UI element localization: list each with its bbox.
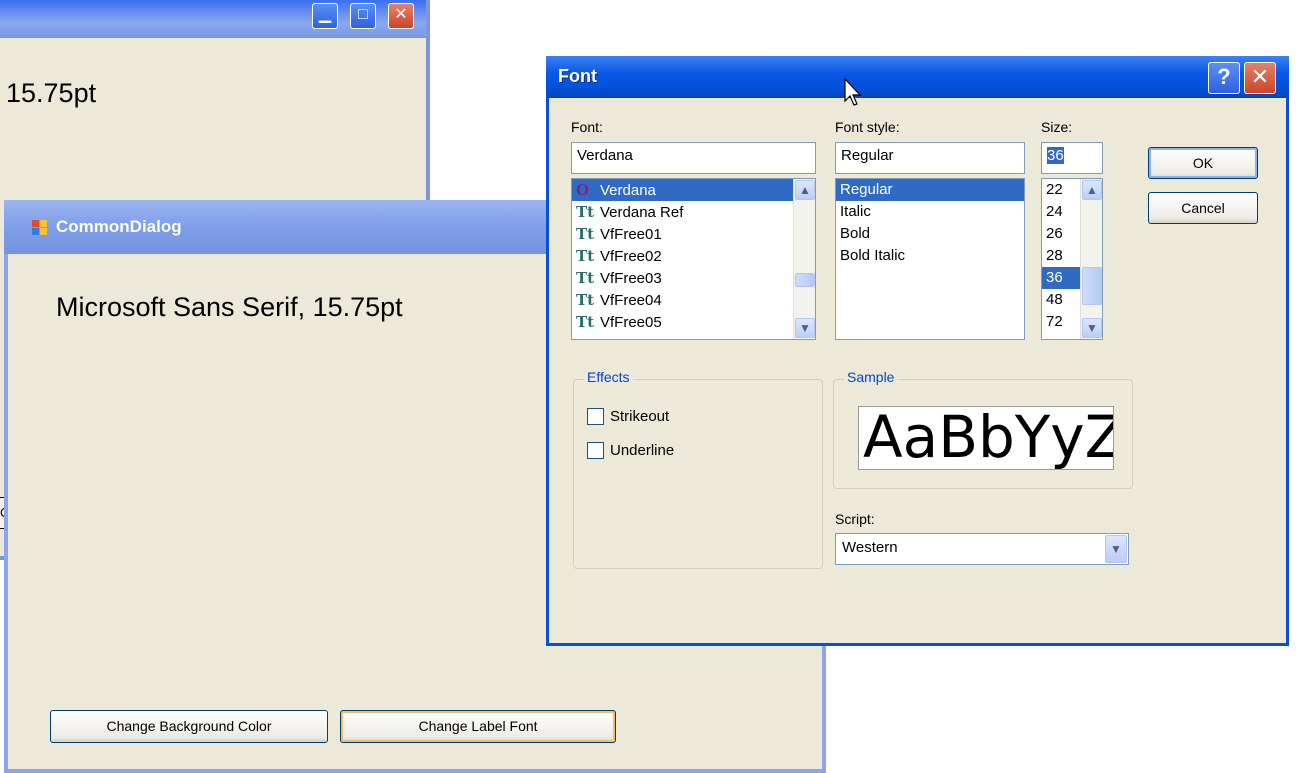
strikeout-label: Strikeout: [610, 408, 670, 425]
sample-preview: AaBbYyZz: [858, 406, 1114, 470]
size-caption: Size:: [1041, 119, 1073, 135]
common-dialog-title: CommonDialog: [56, 217, 182, 236]
maximize-button[interactable]: □: [350, 3, 376, 29]
close-button[interactable]: ✕: [388, 3, 414, 29]
change-label-font-button[interactable]: Change Label Font: [340, 710, 616, 743]
underline-checkbox[interactable]: Underline: [587, 442, 674, 459]
list-item-label: 22: [1046, 181, 1063, 198]
font-dialog: Font ? ✕ Font: Verdana O Verdana Tt Verdana…: [546, 56, 1289, 646]
list-item[interactable]: Tt VfFree02: [572, 245, 815, 267]
script-dropdown[interactable]: Western ▼: [835, 533, 1129, 565]
scroll-thumb[interactable]: [795, 273, 815, 287]
list-item[interactable]: Regular: [836, 179, 1024, 201]
list-item[interactable]: O Verdana: [572, 179, 815, 201]
scroll-thumb[interactable]: [1082, 267, 1102, 305]
help-button[interactable]: ?: [1208, 62, 1240, 94]
truetype-icon: Tt: [576, 291, 595, 309]
list-item[interactable]: Tt VfFree01: [572, 223, 815, 245]
list-item-label: 26: [1046, 225, 1063, 242]
list-item-label: Regular: [840, 181, 893, 198]
sample-group: Sample AaBbYyZz: [833, 369, 1133, 489]
change-background-color-button[interactable]: Change Background Color: [50, 710, 328, 743]
list-item[interactable]: Tt VfFree05: [572, 311, 815, 333]
strikeout-checkbox[interactable]: Strikeout: [587, 408, 669, 425]
font-name-input[interactable]: Verdana: [571, 142, 816, 174]
scroll-down-arrow-icon[interactable]: ▼: [1082, 318, 1102, 338]
effects-group: Effects Strikeout Underline: [573, 369, 823, 569]
list-item[interactable]: Bold Italic: [836, 245, 1024, 267]
list-item-label: Verdana: [600, 182, 656, 199]
list-item-label: 36: [1046, 269, 1063, 286]
scroll-up-arrow-icon[interactable]: ▲: [1082, 180, 1102, 200]
list-item[interactable]: Tt Verdana Ref: [572, 201, 815, 223]
list-item-label: 24: [1046, 203, 1063, 220]
list-item-label: 28: [1046, 247, 1063, 264]
list-item-label: Bold Italic: [840, 247, 906, 264]
list-item-label: 48: [1046, 291, 1063, 308]
minimize-button[interactable]: ▁: [312, 3, 338, 29]
mouse-cursor-icon: [844, 78, 862, 106]
size-scrollbar[interactable]: ▲ ▼: [1080, 179, 1102, 339]
checkbox-icon[interactable]: [587, 408, 604, 425]
list-item-label: VfFree04: [600, 292, 662, 309]
ok-button[interactable]: OK: [1148, 147, 1258, 179]
underline-label: Underline: [610, 442, 675, 459]
list-item[interactable]: Bold: [836, 223, 1024, 245]
size-input[interactable]: 36: [1041, 142, 1103, 174]
list-item[interactable]: Tt VfFree03: [572, 267, 815, 289]
truetype-icon: Tt: [576, 247, 595, 265]
truetype-icon: Tt: [576, 269, 595, 287]
font-dialog-title: Font: [558, 66, 597, 86]
opentype-icon: O: [576, 181, 590, 199]
size-listbox[interactable]: 22 24 26 28 36 48 72 ▲ ▼: [1041, 178, 1103, 340]
font-style-caption: Font style:: [835, 119, 900, 135]
font-style-list: Regular Italic Bold Bold Italic: [836, 179, 1024, 267]
font-style-input[interactable]: Regular: [835, 142, 1025, 174]
background-label: 15.75pt: [6, 78, 97, 108]
list-item-label: Verdana Ref: [600, 204, 684, 221]
scroll-down-arrow-icon[interactable]: ▼: [795, 318, 815, 338]
font-dialog-titlebar[interactable]: Font ? ✕: [546, 56, 1289, 98]
app-icon: [32, 220, 47, 235]
cancel-button[interactable]: Cancel: [1148, 192, 1258, 224]
list-item-label: VfFree03: [600, 270, 662, 287]
list-item-label: 72: [1046, 313, 1063, 330]
font-label: Microsoft Sans Serif, 15.75pt: [56, 292, 403, 322]
list-item[interactable]: Italic: [836, 201, 1024, 223]
truetype-icon: Tt: [576, 225, 595, 243]
script-caption: Script:: [835, 511, 875, 527]
list-item-label: VfFree05: [600, 314, 662, 331]
close-button[interactable]: ✕: [1244, 62, 1276, 94]
truetype-icon: Tt: [576, 203, 595, 221]
font-caption: Font:: [571, 119, 603, 135]
list-item-label: VfFree01: [600, 226, 662, 243]
font-list: O Verdana Tt Verdana Ref Tt VfFree01 Tt VfFree0…: [572, 179, 815, 333]
font-style-listbox[interactable]: Regular Italic Bold Bold Italic: [835, 178, 1025, 340]
effects-title: Effects: [584, 369, 633, 385]
list-item-label: Italic: [840, 203, 871, 220]
truetype-icon: Tt: [576, 313, 595, 331]
font-scrollbar[interactable]: ▲ ▼: [793, 179, 815, 339]
chevron-down-icon[interactable]: ▼: [1105, 535, 1127, 563]
sample-title: Sample: [844, 369, 898, 385]
list-item-label: Bold: [840, 225, 871, 242]
list-item[interactable]: Tt VfFree04: [572, 289, 815, 311]
font-listbox[interactable]: O Verdana Tt Verdana Ref Tt VfFree01 Tt VfFree0…: [571, 178, 816, 340]
script-value: Western: [842, 539, 898, 556]
checkbox-icon[interactable]: [587, 442, 604, 459]
size-input-value: 36: [1047, 147, 1064, 164]
list-item-label: VfFree02: [600, 248, 662, 265]
background-window-titlebar[interactable]: ▁ □ ✕: [0, 0, 426, 38]
scroll-up-arrow-icon[interactable]: ▲: [795, 180, 815, 200]
